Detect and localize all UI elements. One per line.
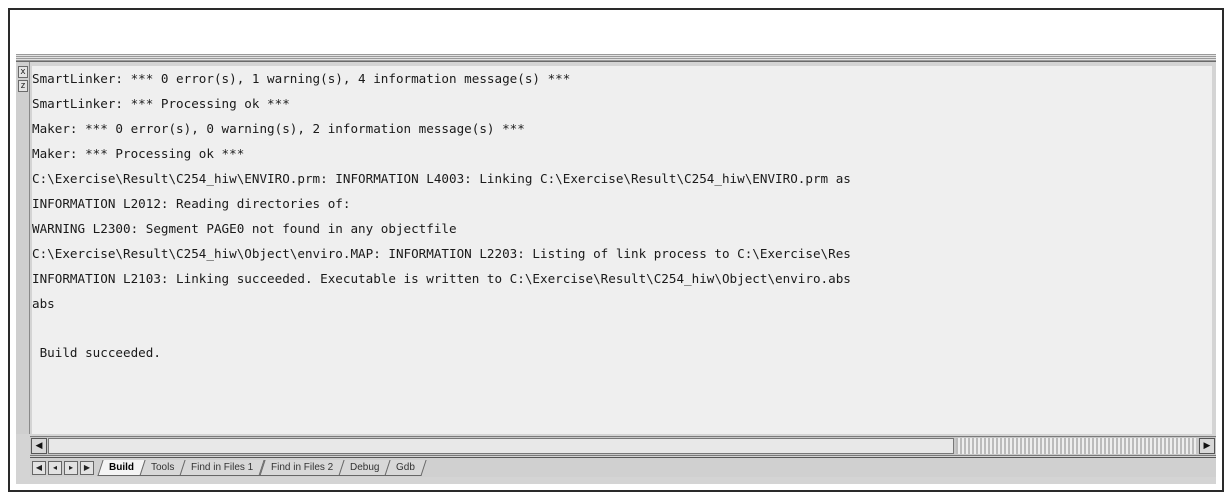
arrow-right-icon[interactable]: ▶ — [1199, 438, 1215, 454]
first-tab-icon[interactable]: ◀ — [32, 460, 46, 475]
output-tab-strip: ◀ ◂ ▸ ▶ Build Tools Find in Files 1 Find… — [30, 457, 1216, 477]
tab-find-in-files-2[interactable]: Find in Files 2 — [259, 459, 345, 476]
tab-debug[interactable]: Debug — [338, 459, 391, 476]
log-line: Maker: *** 0 error(s), 0 warning(s), 2 i… — [32, 121, 525, 136]
close-pane-icon[interactable]: x — [18, 66, 28, 78]
log-line: INFORMATION L2012: Reading directories o… — [32, 196, 351, 211]
log-line: abs — [32, 296, 55, 311]
build-log[interactable]: SmartLinker: *** 0 error(s), 1 warning(s… — [32, 66, 1212, 434]
tab-build[interactable]: Build — [97, 459, 146, 476]
next-tab-icon[interactable]: ▸ — [64, 460, 78, 475]
arrow-left-icon[interactable]: ◀ — [31, 438, 47, 454]
log-line: SmartLinker: *** Processing ok *** — [32, 96, 290, 111]
log-line: Maker: *** Processing ok *** — [32, 146, 245, 161]
log-line: WARNING L2300: Segment PAGE0 not found i… — [32, 221, 457, 236]
last-tab-icon[interactable]: ▶ — [80, 460, 94, 475]
scrollbar-track[interactable] — [956, 438, 1196, 454]
docking-grip[interactable]: x z — [16, 62, 30, 434]
log-line: C:\Exercise\Result\C254_hiw\Object\envir… — [32, 246, 851, 261]
log-line: SmartLinker: *** 0 error(s), 1 warning(s… — [32, 71, 571, 86]
log-line: C:\Exercise\Result\C254_hiw\ENVIRO.prm: … — [32, 171, 851, 186]
log-line: INFORMATION L2103: Linking succeeded. Ex… — [32, 271, 851, 286]
tab-find-in-files-1[interactable]: Find in Files 1 — [179, 459, 266, 476]
horizontal-scrollbar[interactable]: ◀ ▶ — [30, 436, 1216, 456]
output-window: x z SmartLinker: *** 0 error(s), 1 warni… — [16, 54, 1216, 484]
scrollbar-thumb[interactable] — [48, 438, 954, 454]
prev-tab-icon[interactable]: ◂ — [48, 460, 62, 475]
screenshot-frame: x z SmartLinker: *** 0 error(s), 1 warni… — [8, 8, 1224, 492]
window-title-grip[interactable] — [16, 54, 1216, 62]
float-pane-icon[interactable]: z — [18, 80, 28, 92]
tab-gdb[interactable]: Gdb — [384, 459, 427, 476]
tab-tools[interactable]: Tools — [139, 459, 186, 476]
build-status-line: Build succeeded. — [32, 345, 161, 360]
